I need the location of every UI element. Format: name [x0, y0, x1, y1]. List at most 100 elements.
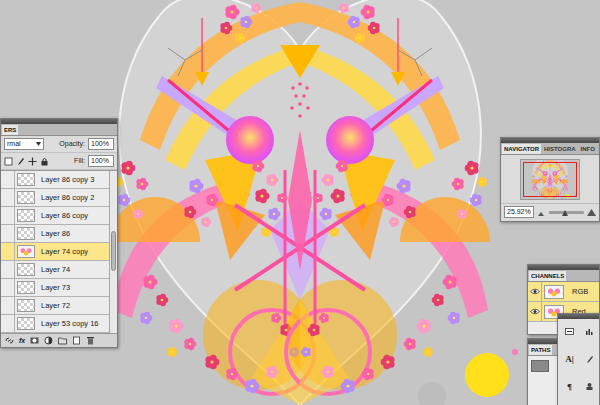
visibility-toggle[interactable]	[1, 315, 15, 332]
flower	[553, 178, 554, 179]
folder-icon[interactable]	[58, 336, 67, 345]
tool-button[interactable]	[561, 323, 578, 340]
eye-icon[interactable]	[530, 288, 540, 295]
layer-row[interactable]: Layer 86 copy	[1, 207, 109, 225]
lock-position-icon[interactable]	[28, 157, 37, 166]
brush-icon[interactable]	[585, 355, 594, 364]
panel-tab[interactable]: HISTOGRA	[542, 144, 578, 154]
layer-row[interactable]: Layer 53 copy 16	[1, 315, 109, 333]
new-layer-icon[interactable]	[72, 336, 81, 345]
effects-button[interactable]: fx	[19, 337, 25, 345]
panel-tabs: NAVIGATORHISTOGRAINFO	[501, 143, 599, 155]
layers-scrollbar[interactable]	[109, 171, 117, 333]
flower	[206, 194, 218, 206]
layer-row[interactable]: Layer 74	[1, 261, 109, 279]
panel-tab[interactable]: NAVIGATOR	[502, 144, 541, 154]
layer-row[interactable]: Layer 73	[1, 279, 109, 297]
dropdown-arrow-icon[interactable]	[36, 141, 41, 147]
zoom-in-icon[interactable]	[587, 208, 596, 217]
scrollbar-thumb[interactable]	[111, 231, 116, 271]
flower	[533, 175, 534, 176]
visibility-toggle[interactable]	[1, 171, 15, 188]
flower	[355, 33, 365, 43]
histogram-icon[interactable]	[585, 327, 594, 336]
flower	[541, 179, 542, 180]
visibility-toggle[interactable]	[1, 297, 15, 314]
layers-panel: ERSrmalOpacity:100%Fill:100%Layer 86 cop…	[0, 118, 118, 348]
flower	[389, 217, 399, 227]
panel-tab[interactable]: INFO	[579, 144, 597, 154]
fill-field[interactable]: 100%	[88, 155, 114, 167]
link-icon[interactable]	[5, 336, 14, 345]
flower	[551, 190, 553, 192]
zoom-slider[interactable]	[549, 211, 584, 214]
flower	[322, 174, 334, 186]
flower	[169, 319, 183, 333]
zoom-out-icon[interactable]	[537, 208, 546, 217]
opacity-label: Opacity:	[59, 140, 85, 148]
adjustment-icon[interactable]	[44, 336, 53, 345]
layer-row[interactable]: Layer 86 copy 2	[1, 189, 109, 207]
opacity-field[interactable]: 100%	[88, 138, 114, 150]
layer-name: Layer 86 copy 3	[37, 175, 109, 184]
tool-button[interactable]: A|	[561, 351, 578, 368]
clone-source-icon[interactable]	[585, 382, 594, 391]
lock-all-icon[interactable]	[40, 157, 49, 166]
visibility-toggle[interactable]	[1, 225, 15, 242]
visibility-toggle[interactable]	[528, 282, 542, 301]
layer-thumbnail	[17, 317, 35, 330]
flower	[545, 175, 546, 176]
flower	[537, 193, 539, 195]
panel-tab[interactable]: ERS	[2, 125, 18, 135]
navigator-preview[interactable]	[520, 159, 580, 200]
flower	[558, 194, 559, 195]
eye-icon[interactable]	[530, 308, 540, 315]
flower	[156, 294, 168, 306]
layer-name: Layer 86 copy	[37, 211, 109, 220]
flower	[539, 193, 540, 194]
flower	[539, 177, 540, 178]
blend-options-row: rmal Opacity:100%	[1, 136, 117, 153]
zoom-slider-knob[interactable]	[562, 210, 568, 216]
tool-button[interactable]	[581, 323, 598, 340]
layer-row[interactable]: Layer 74 copy	[1, 243, 109, 261]
layer-thumbnail-art	[18, 246, 34, 257]
visibility-toggle[interactable]	[1, 261, 15, 278]
heart-shape	[533, 160, 568, 199]
flower	[563, 188, 564, 189]
lock-transparency-icon[interactable]	[4, 157, 13, 166]
character-styles-icon[interactable]	[565, 327, 574, 336]
visibility-toggle[interactable]	[528, 302, 542, 321]
visibility-toggle[interactable]	[1, 207, 15, 224]
flower	[404, 206, 416, 218]
visibility-toggle[interactable]	[1, 243, 15, 260]
flower	[348, 16, 360, 28]
dropdown-arrow-icon[interactable]	[111, 141, 112, 147]
visibility-toggle[interactable]	[1, 279, 15, 296]
layer-row[interactable]: Layer 72	[1, 297, 109, 315]
flower	[382, 194, 394, 206]
layer-row[interactable]: Layer 86	[1, 225, 109, 243]
visibility-toggle[interactable]	[1, 189, 15, 206]
trash-icon[interactable]	[86, 336, 95, 345]
dropdown-arrow-icon[interactable]	[111, 158, 112, 164]
flower	[565, 177, 566, 178]
mask-icon[interactable]	[30, 336, 39, 345]
zoom-field[interactable]: 25.92%	[504, 206, 534, 218]
tool-button[interactable]	[581, 351, 598, 368]
tool-button[interactable]: ¶	[561, 378, 578, 395]
flower	[547, 190, 549, 192]
flower	[118, 194, 130, 206]
panel-tab[interactable]: CHANNELS	[529, 271, 566, 281]
blend-mode-select[interactable]: rmal	[4, 138, 44, 150]
layer-row[interactable]: Layer 86 copy 3	[1, 171, 109, 189]
view-frame[interactable]	[523, 162, 577, 197]
lock-pixels-icon[interactable]	[16, 157, 25, 166]
tool-button[interactable]	[581, 378, 598, 395]
panel-tab[interactable]: PATHS	[529, 345, 552, 355]
path-thumbnail[interactable]	[531, 360, 549, 372]
flower	[558, 180, 560, 182]
channel-row[interactable]: RGB	[528, 282, 599, 302]
flower	[566, 179, 567, 180]
flower	[539, 180, 540, 181]
